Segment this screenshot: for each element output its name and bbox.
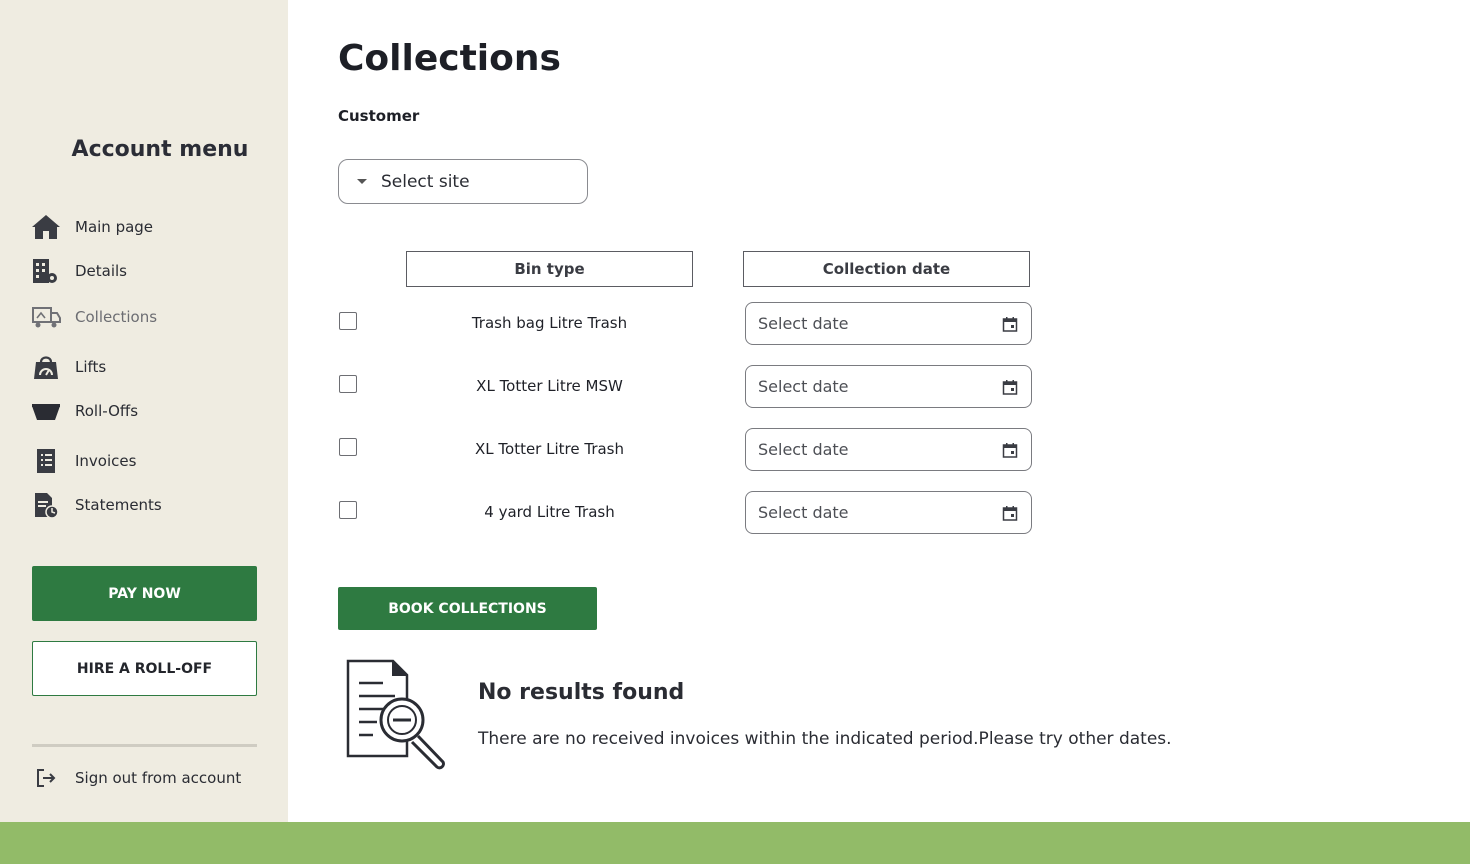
page-title: Collections [338,38,561,79]
site-select-value: Select site [381,171,470,192]
sidebar-item-statements[interactable]: Statements [31,490,162,520]
collection-date-input[interactable]: Select date [745,491,1032,534]
sidebar-title: Account menu [71,137,249,162]
bin-type-cell: XL Totter Litre Trash [475,440,624,458]
date-placeholder: Select date [758,503,849,522]
footer-bar [0,822,1470,864]
book-collections-button[interactable]: BOOK COLLECTIONS [338,587,597,630]
sidebar-item-label: Invoices [75,452,137,470]
sign-out-label: Sign out from account [75,769,242,787]
no-results-message: There are no received invoices within th… [478,729,1172,749]
sidebar-item-label: Main page [75,218,154,236]
truck-icon [31,302,61,332]
home-icon [31,212,61,242]
building-settings-icon [31,256,61,286]
caret-down-icon [357,179,367,184]
invoice-icon [31,446,61,476]
collection-date-header: Collection date [743,251,1030,287]
statement-icon [31,490,61,520]
collection-date-input[interactable]: Select date [745,365,1032,408]
sign-out-link[interactable]: Sign out from account [31,763,241,793]
bag-icon [31,352,61,382]
pay-now-button[interactable]: PAY NOW [32,566,257,621]
date-placeholder: Select date [758,377,849,396]
sidebar-item-collections[interactable]: Collections [31,302,157,332]
sidebar-item-label: Lifts [75,358,107,376]
collection-date-input[interactable]: Select date [745,302,1032,345]
sidebar-divider [32,744,257,747]
sidebar-item-details[interactable]: Details [31,256,127,286]
bin-type-header: Bin type [406,251,693,287]
row-checkbox[interactable] [339,438,357,456]
calendar-icon [1002,316,1018,332]
bin-type-cell: Trash bag Litre Trash [471,314,628,332]
customer-label: Customer [338,107,420,125]
no-results-title: No results found [478,680,685,705]
sidebar-item-label: Collections [75,308,158,326]
sidebar-item-lifts[interactable]: Lifts [31,352,106,382]
document-search-icon [345,658,451,770]
calendar-icon [1002,442,1018,458]
sidebar-item-invoices[interactable]: Invoices [31,446,136,476]
sidebar-item-label: Statements [75,496,162,514]
row-checkbox[interactable] [339,375,357,393]
calendar-icon [1002,505,1018,521]
bin-icon [31,396,61,426]
sidebar-item-label: Details [75,262,128,280]
hire-roll-off-button[interactable]: HIRE A ROLL-OFF [32,641,257,696]
date-placeholder: Select date [758,440,849,459]
bin-type-cell: 4 yard Litre Trash [484,503,615,521]
collection-date-input[interactable]: Select date [745,428,1032,471]
bin-type-cell: XL Totter Litre MSW [476,377,623,395]
row-checkbox[interactable] [339,312,357,330]
calendar-icon [1002,379,1018,395]
sidebar-item-label: Roll-Offs [75,402,139,420]
row-checkbox[interactable] [339,501,357,519]
sidebar-item-roll-offs[interactable]: Roll-Offs [31,396,138,426]
sidebar-item-main-page[interactable]: Main page [31,212,153,242]
site-select[interactable]: Select site [338,159,588,204]
sign-out-icon [31,763,61,793]
date-placeholder: Select date [758,314,849,333]
sidebar: Account menu Main page Details Collectio… [0,0,288,822]
